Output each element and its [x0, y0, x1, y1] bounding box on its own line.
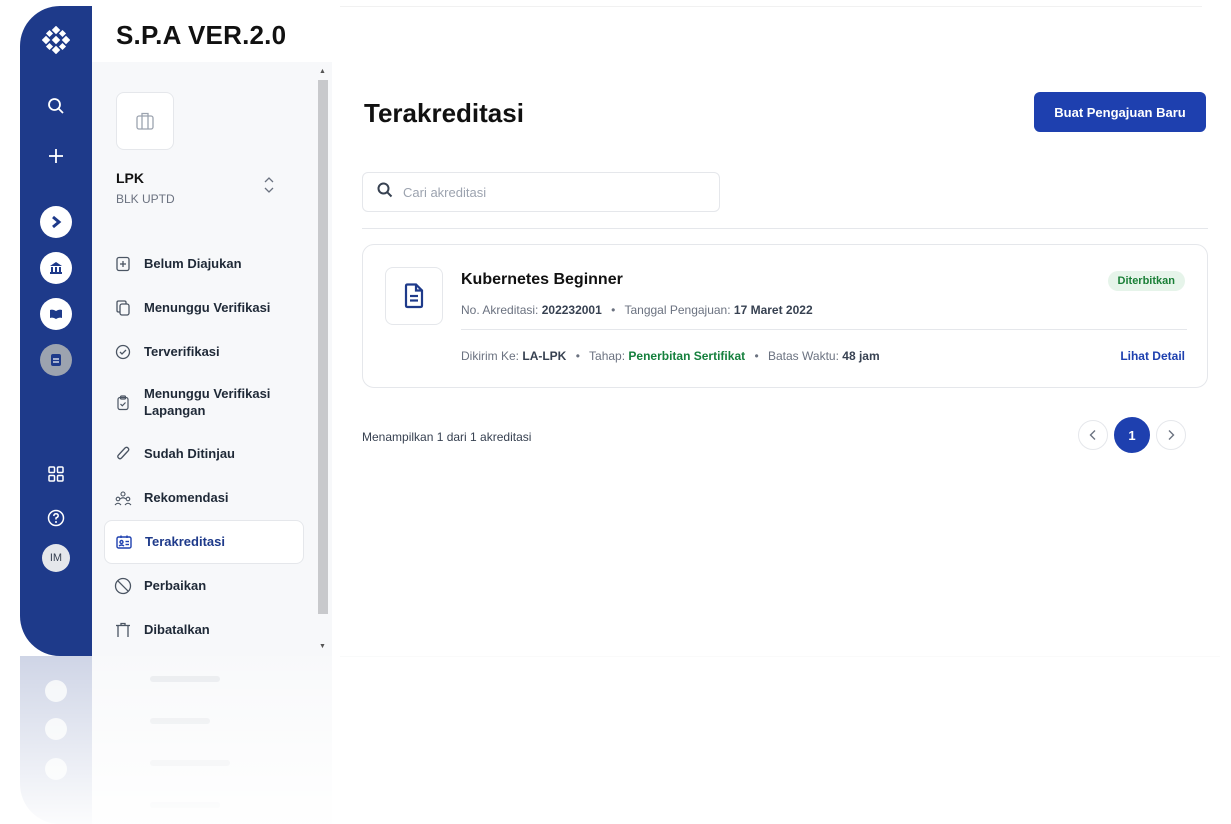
card-title: Kubernetes Beginner	[461, 271, 623, 288]
sidebar-item-label: Menunggu Verifikasi	[144, 299, 271, 315]
app-rail: IM	[20, 6, 92, 656]
accreditation-number-label: No. Akreditasi:	[461, 303, 539, 317]
prev-page-button[interactable]	[1078, 420, 1108, 450]
sidebar-item-label: Rekomendasi	[144, 489, 229, 505]
document-icon	[385, 267, 443, 325]
page-title: Terakreditasi	[364, 98, 524, 128]
sidebar-item-terakreditasi[interactable]: Terakreditasi	[104, 520, 304, 564]
copy-icon	[114, 299, 132, 317]
divider	[362, 228, 1208, 229]
ban-icon	[114, 577, 132, 595]
file-plus-icon	[114, 255, 132, 273]
submission-date-label: Tanggal Pengajuan:	[624, 303, 731, 317]
separator-dot: •	[611, 303, 616, 317]
avatar[interactable]: IM	[42, 544, 70, 572]
document-icon[interactable]	[40, 344, 72, 376]
paperclip-icon	[114, 445, 132, 463]
organization-subtitle: BLK UPTD	[116, 192, 175, 206]
help-icon[interactable]	[40, 502, 72, 534]
trash-icon	[114, 621, 132, 639]
separator-dot: •	[575, 349, 580, 363]
arrow-right-icon[interactable]	[40, 206, 72, 238]
stage-value: Penerbitan Sertifikat	[628, 349, 746, 363]
view-detail-link[interactable]: Lihat Detail	[1120, 349, 1185, 363]
users-icon	[114, 489, 132, 507]
id-card-icon	[115, 533, 133, 551]
sidebar-item-belum-diajukan[interactable]: Belum Diajukan	[104, 242, 304, 286]
book-icon[interactable]	[40, 298, 72, 330]
organization-name: LPK	[116, 170, 144, 186]
search-input[interactable]	[403, 184, 703, 200]
building-icon	[136, 112, 154, 130]
plus-icon[interactable]	[40, 140, 72, 172]
pagination: 1	[1078, 417, 1186, 453]
grid-icon[interactable]	[40, 458, 72, 490]
sidebar-item-dibatalkan[interactable]: Dibatalkan	[104, 608, 304, 652]
sidebar-item-terverifikasi[interactable]: Terverifikasi	[104, 330, 304, 374]
accreditation-number: 202232001	[541, 303, 602, 317]
sidebar-item-label: Menunggu Verifikasi Lapangan	[144, 386, 271, 418]
submission-date: 17 Maret 2022	[733, 303, 813, 317]
sidebar-item-perbaikan[interactable]: Perbaikan	[104, 564, 304, 608]
app-brand: S.P.A VER.2.0	[92, 6, 332, 62]
sidebar-item-label: Sudah Ditinjau	[144, 445, 235, 461]
sidebar-item-sudah-ditinjau[interactable]: Sudah Ditinjau	[104, 432, 304, 476]
next-page-button[interactable]	[1156, 420, 1186, 450]
sidebar-item-label: Terakreditasi	[145, 533, 225, 549]
sidebar: S.P.A VER.2.0 LPK BLK UPTD Belum Diajuka…	[92, 6, 332, 656]
organization-logo	[116, 92, 174, 150]
stage-label: Tahap:	[589, 349, 626, 363]
chevron-right-icon	[1168, 430, 1175, 440]
card-divider	[461, 329, 1187, 330]
scroll-down-icon[interactable]: ▼	[319, 643, 326, 650]
chevron-up-down-icon[interactable]	[262, 174, 276, 196]
check-circle-icon	[114, 343, 132, 361]
card-footer: Dikirim Ke: LA-LPK • Tahap: Penerbitan S…	[461, 349, 880, 363]
main-content: Terakreditasi Buat Pengajuan Baru Kubern…	[340, 6, 1220, 656]
sidebar-menu: Belum Diajukan Menunggu Verifikasi Terve…	[104, 242, 304, 652]
status-badge: Diterbitkan	[1107, 271, 1185, 291]
chevron-left-icon	[1089, 430, 1096, 440]
sidebar-item-menunggu-verifikasi-lapangan[interactable]: Menunggu Verifikasi Lapangan	[104, 374, 304, 432]
page-button-current[interactable]: 1	[1114, 417, 1150, 453]
search-icon	[377, 182, 393, 203]
sidebar-item-rekomendasi[interactable]: Rekomendasi	[104, 476, 304, 520]
deadline-label: Batas Waktu:	[768, 349, 839, 363]
search-icon[interactable]	[40, 90, 72, 122]
sent-to-label: Dikirim Ke:	[461, 349, 520, 363]
deadline-value: 48 jam	[842, 349, 880, 363]
search-box[interactable]	[362, 172, 720, 212]
sidebar-item-label: Perbaikan	[144, 577, 207, 593]
new-submission-button[interactable]: Buat Pengajuan Baru	[1034, 92, 1206, 132]
sidebar-item-label: Dibatalkan	[144, 621, 210, 637]
card-meta: No. Akreditasi: 202232001 • Tanggal Peng…	[461, 303, 813, 317]
sidebar-item-label: Terverifikasi	[144, 343, 220, 359]
logo-icon[interactable]	[40, 24, 72, 56]
screen-reflection	[20, 656, 1220, 824]
sidebar-item-label: Belum Diajukan	[144, 255, 242, 271]
results-summary: Menampilkan 1 dari 1 akreditasi	[362, 430, 532, 444]
bank-icon[interactable]	[40, 252, 72, 284]
scrollbar-thumb[interactable]	[318, 80, 328, 614]
separator-dot: •	[754, 349, 759, 363]
scroll-up-icon[interactable]: ▲	[319, 68, 326, 75]
sidebar-scrollbar[interactable]: ▲ ▼	[316, 68, 330, 650]
accreditation-card[interactable]: Kubernetes Beginner Diterbitkan No. Akre…	[362, 244, 1208, 388]
sidebar-item-menunggu-verifikasi[interactable]: Menunggu Verifikasi	[104, 286, 304, 330]
sent-to-value: LA-LPK	[522, 349, 567, 363]
clipboard-check-icon	[114, 394, 132, 412]
